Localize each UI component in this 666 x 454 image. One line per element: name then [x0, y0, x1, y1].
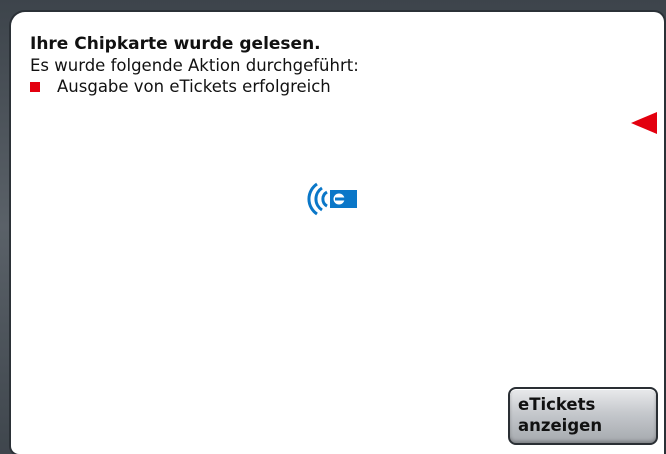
nfc-eticket-icon: [307, 182, 357, 216]
red-arrow-pointer-icon: [631, 112, 657, 134]
red-square-bullet-icon: [30, 82, 40, 92]
action-list-item: Ausgabe von eTickets erfolgreich: [30, 76, 359, 97]
status-message: Ihre Chipkarte wurde gelesen. Es wurde f…: [30, 34, 359, 97]
button-label-line1: eTickets: [518, 395, 596, 414]
show-etickets-button[interactable]: eTickets anzeigen: [508, 387, 658, 445]
message-subtitle: Es wurde folgende Aktion durchgeführt:: [30, 56, 359, 75]
button-label-line2: anzeigen: [518, 416, 603, 435]
action-label: Ausgabe von eTickets erfolgreich: [57, 77, 331, 96]
message-title: Ihre Chipkarte wurde gelesen.: [30, 34, 321, 54]
terminal-screen: Ihre Chipkarte wurde gelesen. Es wurde f…: [11, 12, 664, 454]
